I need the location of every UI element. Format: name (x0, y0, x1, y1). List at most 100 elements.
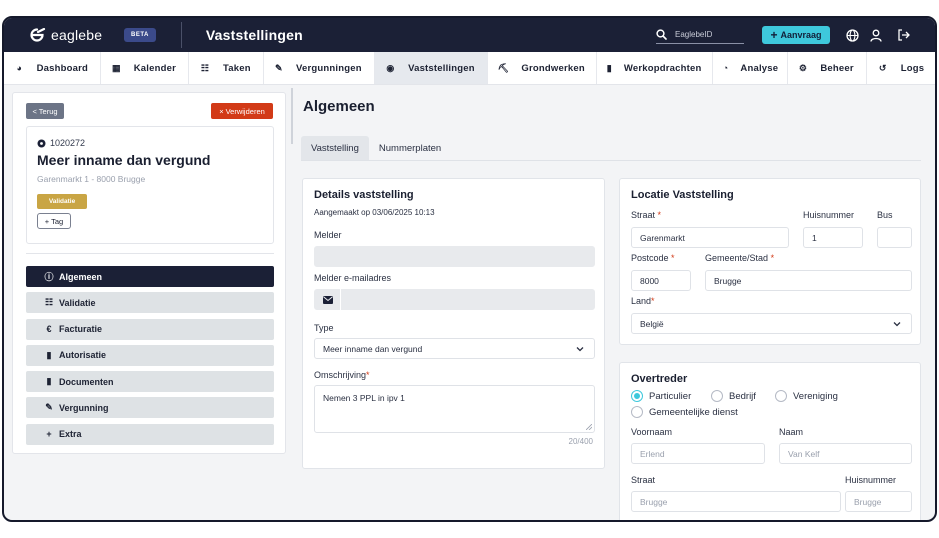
radio-bedrijf[interactable]: Bedrijf (711, 390, 756, 402)
radio-label: Particulier (649, 390, 692, 402)
menu-item-vergunning[interactable]: ✎ Vergunning (26, 397, 274, 419)
case-id-value: 1020272 (50, 138, 86, 148)
sign-document-icon: ✎ (275, 62, 283, 73)
tab-vaststelling[interactable]: Vaststelling (301, 136, 369, 160)
nav-item-vergunningen[interactable]: ✎ Vergunningen (264, 52, 375, 84)
menu-label: Autorisatie (59, 350, 107, 361)
menu-label: Validatie (59, 297, 96, 308)
plus-icon: + (46, 429, 52, 440)
menu-label: Extra (59, 429, 82, 440)
nav-label: Logs (900, 62, 925, 74)
resize-handle-icon[interactable] (586, 424, 592, 430)
tab-nummerplaten[interactable]: Nummerplaten (369, 136, 451, 160)
menu-item-documenten[interactable]: ▮ Documenten (26, 371, 274, 393)
radio-dot (631, 406, 643, 418)
offender-straat-input[interactable]: Brugge (631, 491, 841, 512)
beta-badge: BETA (124, 28, 156, 42)
radio-particulier[interactable]: Particulier (631, 390, 691, 402)
straat-label-text: Straat (631, 210, 656, 220)
land-label-text: Land (631, 296, 652, 306)
land-label: Land* (631, 296, 655, 306)
mail-icon (315, 289, 341, 310)
radio-gemeentelijke-dienst[interactable]: Gemeentelijke dienst (631, 406, 738, 418)
aanvraag-label: Aanvraag (780, 30, 822, 40)
search-input[interactable]: EaglebeID (656, 26, 744, 44)
nav-label: Vergunningen (296, 62, 362, 74)
nav-item-grondwerken[interactable]: ⛏ Grondwerken (488, 52, 597, 84)
huisnummer-input[interactable]: 1 (803, 227, 863, 248)
nav-item-dashboard[interactable]: ◕ Dashboard (4, 52, 101, 84)
offender-straat-label: Straat (631, 475, 656, 485)
offender-title: Overtreder (631, 373, 688, 385)
main-divider (291, 88, 293, 144)
section-title: Algemeen (303, 98, 375, 115)
menu-item-autorisatie[interactable]: ▮ Autorisatie (26, 344, 274, 366)
radio-vereniging[interactable]: Vereniging (775, 390, 838, 402)
eye-icon (37, 139, 46, 147)
melder-label: Melder (314, 230, 342, 240)
menu-label: Documenten (59, 376, 114, 387)
nav-label: Kalender (133, 62, 176, 74)
voornaam-input[interactable]: Erlend (631, 443, 765, 464)
tab-bar: Vaststelling Nummerplaten (301, 136, 921, 161)
gemeente-label: Gemeente/Stad * (705, 253, 775, 263)
plus-icon: + (770, 28, 778, 42)
land-select[interactable]: België (631, 313, 912, 334)
main-nav: ◕ Dashboard ▦ Kalender ☷ Taken ✎ Vergunninge… (4, 52, 935, 85)
nav-item-logs[interactable]: ↺ Logs (867, 52, 935, 84)
email-label: Melder e-mailadres (314, 273, 392, 283)
add-tag-button[interactable]: + Tag (37, 213, 71, 229)
status-badge: Validatie (37, 194, 87, 209)
partial-button[interactable] (843, 521, 913, 522)
naam-label: Naam (779, 427, 804, 437)
gears-icon: ⚙ (798, 62, 808, 73)
offender-panel: Overtreder Particulier Bedrijf Verenigin… (619, 362, 921, 522)
case-sidebar: < Terug × Verwijderen 1020272 Meer innam… (12, 92, 286, 454)
location-panel: Locatie Vaststelling Straat * Huisnummer… (619, 178, 921, 345)
omschrijving-textarea[interactable]: Nemen 3 PPL in ipv 1 (314, 385, 595, 433)
radio-dot (775, 390, 787, 402)
postcode-input[interactable]: 8000 (631, 270, 691, 291)
nav-item-taken[interactable]: ☷ Taken (189, 52, 264, 84)
case-id: 1020272 (37, 138, 85, 148)
history-icon: ↺ (878, 62, 887, 73)
bus-input[interactable] (877, 227, 912, 248)
euro-icon: € (46, 324, 52, 335)
nav-label: Taken (223, 62, 251, 74)
dashboard-icon: ◕ (16, 63, 23, 73)
back-button[interactable]: < Terug (26, 103, 64, 119)
voornaam-label: Voornaam (631, 427, 673, 437)
gemeente-input[interactable]: Brugge (705, 270, 912, 291)
email-field[interactable] (314, 289, 595, 310)
menu-item-algemeen[interactable]: ⓘ Algemeen (26, 266, 274, 287)
menu-item-facturatie[interactable]: € Facturatie (26, 318, 274, 340)
aanvraag-button[interactable]: + Aanvraag (762, 26, 830, 44)
huisnummer-label: Huisnummer (803, 210, 855, 220)
char-counter: 20/400 (568, 437, 593, 446)
nav-item-beheer[interactable]: ⚙ Beheer (788, 52, 867, 84)
radio-label: Vereniging (793, 390, 838, 402)
logout-icon[interactable] (895, 27, 911, 43)
type-select[interactable]: Meer inname dan vergund (314, 338, 595, 359)
bus-label: Bus (877, 210, 893, 220)
straat-input[interactable]: Garenmarkt (631, 227, 789, 248)
app-window: eaglebe BETA Vaststellingen EaglebeID + … (2, 16, 937, 522)
naam-input[interactable]: Van Kelf (779, 443, 912, 464)
nav-item-analyse[interactable]: ◔ Analyse (713, 52, 788, 84)
user-icon[interactable] (868, 27, 884, 43)
melder-input[interactable] (314, 246, 595, 267)
logo[interactable]: eaglebe (28, 27, 104, 43)
nav-item-kalender[interactable]: ▦ Kalender (101, 52, 189, 84)
search-placeholder: EaglebeID (675, 30, 713, 39)
menu-item-validatie[interactable]: ☷ Validatie (26, 292, 274, 314)
topbar-divider (180, 22, 182, 48)
menu-item-extra[interactable]: + Extra (26, 423, 274, 445)
page-title: Vaststellingen (205, 27, 303, 43)
nav-item-werkopdrachten[interactable]: ▮ Werkopdrachten (597, 52, 713, 84)
nav-label: Grondwerken (521, 62, 585, 74)
nav-item-vaststellingen[interactable]: ◉ Vaststellingen (374, 52, 488, 84)
offender-huisnummer-input[interactable]: Brugge (845, 491, 912, 512)
top-bar: eaglebe BETA Vaststellingen EaglebeID + … (4, 18, 935, 52)
delete-button[interactable]: × Verwijderen (211, 103, 273, 119)
globe-icon[interactable] (844, 27, 860, 43)
